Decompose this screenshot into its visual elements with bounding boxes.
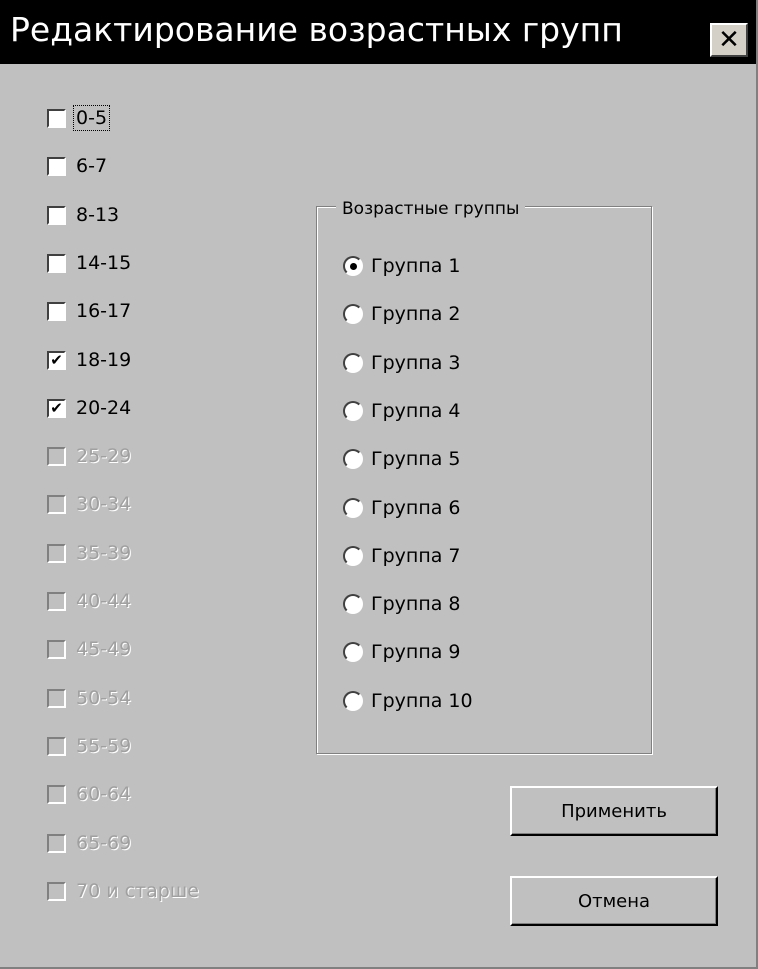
age-checkbox-row: 65-69 xyxy=(47,828,133,858)
age-checkbox-label: 70 и старше xyxy=(76,880,199,902)
age-checkbox-label: 60-64 xyxy=(76,783,132,805)
group-radio-row[interactable]: Группа 3 xyxy=(343,348,461,378)
group-radio-row[interactable]: Группа 5 xyxy=(343,444,461,474)
group-radio-label: Группа 7 xyxy=(371,545,461,567)
radio[interactable] xyxy=(343,353,363,373)
group-radio-row[interactable]: Группа 9 xyxy=(343,637,461,667)
group-radio-row[interactable]: Группа 6 xyxy=(343,493,461,523)
age-checkbox-label: 18-19 xyxy=(76,349,132,371)
group-radio-label: Группа 3 xyxy=(371,352,461,374)
group-radio-label: Группа 5 xyxy=(371,448,461,470)
radio[interactable] xyxy=(343,691,363,711)
age-checkbox-row: 50-54 xyxy=(47,683,133,713)
apply-button[interactable]: Применить xyxy=(510,786,718,836)
age-checkbox-label: 8-13 xyxy=(76,204,120,226)
close-icon: ✕ xyxy=(718,25,740,55)
age-checkbox-row: 60-64 xyxy=(47,779,133,809)
age-checkbox-row[interactable]: 6-7 xyxy=(47,151,109,181)
group-radio-row[interactable]: Группа 1 xyxy=(343,251,461,281)
age-groups-groupbox xyxy=(316,206,652,754)
checkbox[interactable] xyxy=(47,156,66,176)
checkbox[interactable] xyxy=(47,301,66,321)
checkbox xyxy=(47,446,66,466)
checkbox xyxy=(47,784,66,804)
age-checkbox-row[interactable]: 0-5 xyxy=(47,103,111,133)
checkbox-checked[interactable]: ✔ xyxy=(47,350,66,370)
radio[interactable] xyxy=(343,594,363,614)
group-radio-label: Группа 8 xyxy=(371,593,461,615)
checkbox xyxy=(47,736,66,756)
checkbox xyxy=(47,688,66,708)
close-button[interactable]: ✕ xyxy=(710,23,748,57)
age-checkbox-row[interactable]: ✔ 18-19 xyxy=(47,345,133,375)
cancel-button[interactable]: Отмена xyxy=(510,876,718,926)
age-checkbox-row[interactable]: ✔ 20-24 xyxy=(47,393,133,423)
age-checkbox-row: 55-59 xyxy=(47,731,133,761)
age-checkbox-label: 20-24 xyxy=(76,397,132,419)
title-bar: Редактирование возрастных групп ✕ xyxy=(0,0,756,64)
age-checkbox-label: 0-5 xyxy=(72,105,111,131)
age-checkbox-label: 40-44 xyxy=(76,590,132,612)
radio[interactable] xyxy=(343,642,363,662)
age-checkbox-row: 70 и старше xyxy=(47,876,201,906)
age-checkbox-row: 30-34 xyxy=(47,489,133,519)
radio[interactable] xyxy=(343,449,363,469)
group-radio-row[interactable]: Группа 4 xyxy=(343,396,461,426)
age-checkbox-label: 14-15 xyxy=(76,252,132,274)
radio[interactable] xyxy=(343,546,363,566)
checkbox xyxy=(47,639,66,659)
group-radio-label: Группа 9 xyxy=(371,641,461,663)
apply-button-label: Применить xyxy=(561,800,667,822)
radio[interactable] xyxy=(343,304,363,324)
checkbox[interactable] xyxy=(47,253,66,273)
checkbox xyxy=(47,543,66,563)
checkbox xyxy=(47,833,66,853)
age-checkbox-label: 50-54 xyxy=(76,687,132,709)
dialog-window: Редактирование возрастных групп ✕ 0-5 6-7… xyxy=(0,0,758,969)
group-radio-label: Группа 10 xyxy=(371,690,473,712)
age-checkbox-label: 65-69 xyxy=(76,832,132,854)
checkbox xyxy=(47,881,66,901)
age-checkbox-label: 45-49 xyxy=(76,638,132,660)
group-radio-label: Группа 4 xyxy=(371,400,461,422)
age-checkbox-label: 30-34 xyxy=(76,493,132,515)
age-checkbox-label: 35-39 xyxy=(76,542,132,564)
age-checkbox-row[interactable]: 8-13 xyxy=(47,200,121,230)
groupbox-title: Возрастные группы xyxy=(336,199,526,219)
age-checkbox-row: 25-29 xyxy=(47,441,133,471)
checkbox[interactable] xyxy=(47,108,66,128)
checkbox[interactable] xyxy=(47,205,66,225)
age-checkbox-label: 55-59 xyxy=(76,735,132,757)
group-radio-label: Группа 2 xyxy=(371,303,461,325)
group-radio-row[interactable]: Группа 7 xyxy=(343,541,461,571)
cancel-button-label: Отмена xyxy=(577,890,651,912)
age-checkbox-label: 16-17 xyxy=(76,300,132,322)
group-radio-row[interactable]: Группа 8 xyxy=(343,589,461,619)
age-checkbox-row[interactable]: 14-15 xyxy=(47,248,133,278)
radio[interactable] xyxy=(343,401,363,421)
checkbox-checked[interactable]: ✔ xyxy=(47,398,66,418)
age-checkbox-row: 45-49 xyxy=(47,634,133,664)
checkbox xyxy=(47,494,66,514)
age-checkbox-row: 40-44 xyxy=(47,586,133,616)
checkbox xyxy=(47,591,66,611)
age-checkbox-row: 35-39 xyxy=(47,538,133,568)
check-icon: ✔ xyxy=(50,350,63,369)
window-title: Редактирование возрастных групп xyxy=(10,10,623,49)
age-checkbox-label: 25-29 xyxy=(76,445,132,467)
check-icon: ✔ xyxy=(50,398,63,417)
group-radio-row[interactable]: Группа 10 xyxy=(343,686,473,716)
radio-dot-icon xyxy=(349,262,357,270)
age-checkbox-label: 6-7 xyxy=(76,155,108,177)
radio-selected[interactable] xyxy=(343,256,363,276)
group-radio-row[interactable]: Группа 2 xyxy=(343,299,461,329)
radio[interactable] xyxy=(343,498,363,518)
group-radio-label: Группа 6 xyxy=(371,497,461,519)
age-checkbox-row[interactable]: 16-17 xyxy=(47,296,133,326)
group-radio-label: Группа 1 xyxy=(371,255,461,277)
